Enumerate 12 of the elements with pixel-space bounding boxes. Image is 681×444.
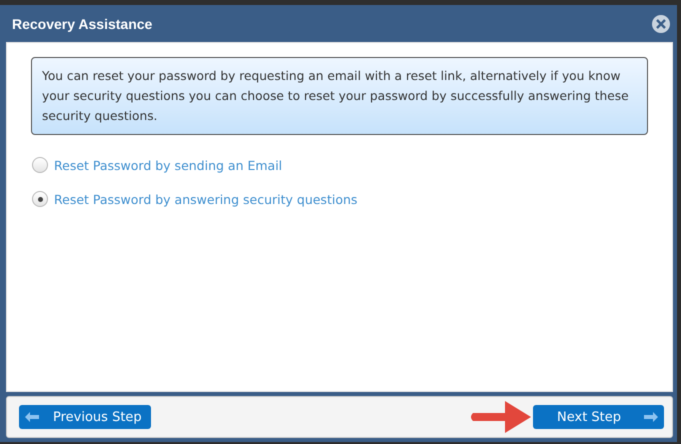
- previous-step-button[interactable]: Previous Step: [19, 405, 151, 429]
- radio-button[interactable]: [32, 191, 48, 207]
- radio-button[interactable]: [32, 157, 48, 173]
- next-step-button[interactable]: Next Step: [533, 405, 664, 429]
- arrow-drawing: [469, 399, 533, 435]
- right-arrow-icon: [644, 412, 658, 422]
- close-icon[interactable]: [651, 14, 671, 34]
- left-arrow-icon: [25, 412, 39, 422]
- option-label[interactable]: Reset Password by answering security questions: [54, 192, 358, 206]
- info-text: You can reset your password by requesting an email with a reset link, alternatively if you know your security questions you can choose to reset your password by successfully answering these security questions.: [42, 69, 629, 123]
- option-label[interactable]: Reset Password by sending an Email: [54, 158, 282, 172]
- window-title: Recovery Assistance: [12, 16, 152, 32]
